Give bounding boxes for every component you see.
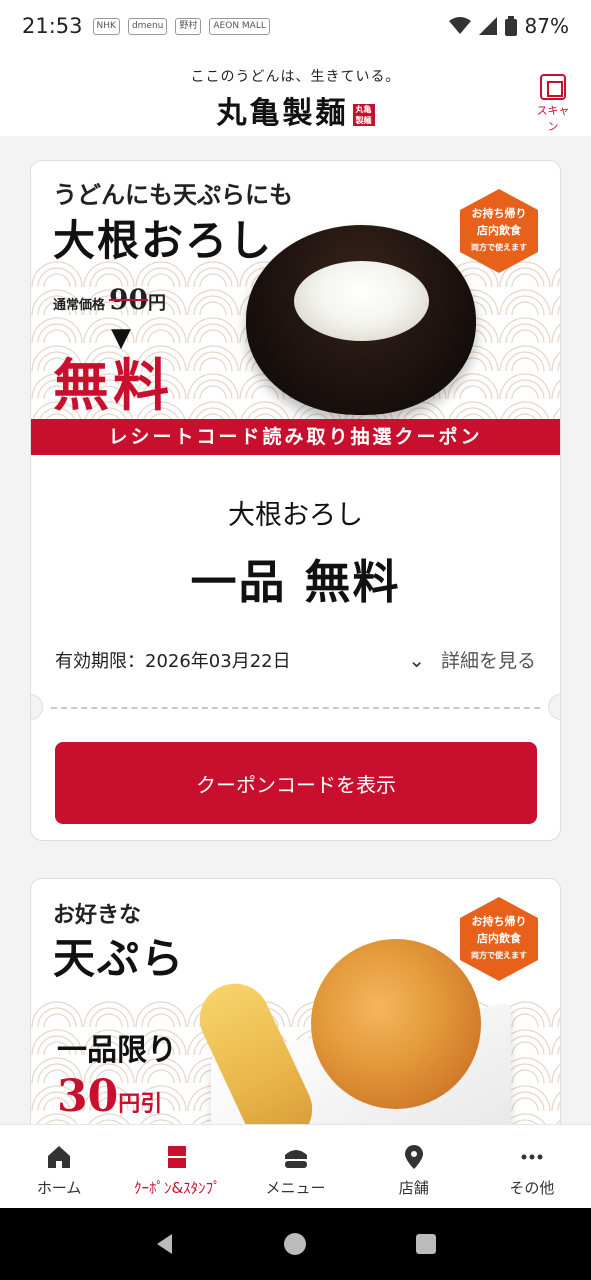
- battery-percent: 87%: [524, 14, 569, 38]
- aeon-mall-notification-icon: AEON MALL: [209, 17, 270, 35]
- badge-line-2: 店内飲食: [477, 932, 521, 945]
- banner-free-text: 無料: [53, 353, 173, 419]
- status-bar: 21:53 NHK dmenu 野村 AEON MALL 87%: [0, 0, 591, 52]
- banner-limit-text: 一品限り: [57, 1033, 177, 1068]
- menu-bowl-icon: [284, 1150, 307, 1168]
- badge-line-1: お持ち帰り: [471, 207, 527, 220]
- coupon-expiry-row: 有効期限：2026年03月22日 ⌄ 詳細を見る: [31, 640, 560, 680]
- brand-logo: 丸亀製麺 丸亀 製麺: [0, 88, 591, 132]
- tab-label: ｸｰﾎﾟﾝ&ｽﾀﾝﾌﾟ: [133, 1179, 221, 1197]
- regular-price: 通常価格 90円: [53, 283, 166, 316]
- badge-line-1: お持ち帰り: [471, 915, 527, 928]
- coupon-card: うどんにも天ぷらにも 大根おろし 通常価格 90円 ▼ 無料 お持ち帰り 店内飲食…: [30, 160, 561, 841]
- details-toggle[interactable]: ⌄ 詳細を見る: [408, 646, 536, 673]
- home-circle-icon[interactable]: [282, 1231, 308, 1257]
- scan-label: スキャン: [536, 104, 570, 133]
- coupon-banner-image: お好きな 天ぷら 一品限り 30円引 お持ち帰り 店内飲食 両方で使えます: [31, 879, 560, 1124]
- battery-icon: [504, 16, 517, 36]
- regular-price-label: 通常価格: [53, 298, 106, 313]
- discount-number: 30: [57, 1071, 119, 1122]
- brand-seal-icon: 丸亀 製麺: [352, 104, 375, 126]
- tab-label: 店舗: [398, 1179, 429, 1197]
- discount-suffix: 円引: [118, 1091, 163, 1117]
- tab-other[interactable]: その他: [473, 1125, 591, 1208]
- tab-label: ホーム: [36, 1179, 82, 1197]
- system-navigation-bar: [0, 1208, 591, 1280]
- banner-headline-big: 天ぷら: [53, 934, 186, 983]
- coupon-title: 大根おろし: [228, 500, 363, 531]
- tab-label: メニュー: [265, 1179, 326, 1197]
- tab-stores[interactable]: 店舗: [355, 1125, 473, 1208]
- home-icon: [48, 1146, 71, 1168]
- tab-coupon-stamp[interactable]: ｸｰﾎﾟﾝ&ｽﾀﾝﾌﾟ: [118, 1125, 236, 1208]
- banner-ribbon: レシートコード読み取り抽選クーポン: [31, 419, 560, 455]
- app-header: ここのうどんは、生きている。 丸亀製麺 丸亀 製麺 スキャン: [0, 52, 591, 136]
- status-time: 21:53: [22, 14, 83, 38]
- dmenu-notification-icon: dmenu: [127, 17, 168, 35]
- more-dots-icon: [521, 1154, 543, 1160]
- banner-headline-small: うどんにも天ぷらにも: [53, 180, 293, 209]
- badge-line-3: 両方で使えます: [471, 951, 527, 960]
- scan-button[interactable]: スキャン: [533, 74, 573, 134]
- back-icon[interactable]: [152, 1231, 178, 1257]
- coupon-discount: 一品 無料: [190, 555, 401, 609]
- coupon-banner-image: うどんにも天ぷらにも 大根おろし 通常価格 90円 ▼ 無料 お持ち帰り 店内飲食…: [31, 161, 560, 455]
- banner-headline-big: 大根おろし: [53, 216, 274, 265]
- recents-icon[interactable]: [413, 1231, 439, 1257]
- tab-label: その他: [509, 1179, 555, 1197]
- qr-scan-icon: [540, 74, 566, 100]
- regular-price-yen: 円: [147, 293, 166, 314]
- nhk-notification-icon: NHK: [92, 17, 120, 35]
- nomura-notification-icon: 野村: [175, 17, 202, 35]
- tab-home[interactable]: ホーム: [0, 1125, 118, 1208]
- ticket-perforation: [31, 694, 560, 720]
- location-pin-icon: [404, 1145, 423, 1169]
- show-coupon-code-button[interactable]: クーポンコードを表示: [55, 742, 537, 824]
- wifi-icon: [448, 17, 471, 34]
- chevron-down-icon: ⌄: [408, 647, 425, 672]
- badge-line-3: 両方で使えます: [471, 243, 527, 252]
- coupon-expiry: 有効期限：2026年03月22日: [55, 651, 291, 672]
- tempura-image: [188, 919, 511, 1124]
- banner-discount-amount: 30円引: [57, 1071, 162, 1122]
- brand-tagline: ここのうどんは、生きている。: [190, 69, 401, 85]
- daikon-oroshi-bowl-image: [246, 219, 476, 419]
- coupon-list[interactable]: うどんにも天ぷらにも 大根おろし 通常価格 90円 ▼ 無料 お持ち帰り 店内飲食…: [0, 136, 591, 1124]
- details-label: 詳細を見る: [440, 650, 536, 672]
- signal-icon: [478, 17, 497, 35]
- coupon-card: お好きな 天ぷら 一品限り 30円引 お持ち帰り 店内飲食 両方で使えます: [30, 878, 561, 1124]
- badge-line-2: 店内飲食: [477, 224, 521, 237]
- brand-logo-text: 丸亀製麺: [216, 96, 349, 131]
- regular-price-value: 90: [109, 283, 148, 316]
- coupon-icon: [168, 1146, 187, 1168]
- tab-menu[interactable]: メニュー: [236, 1125, 354, 1208]
- bottom-tab-bar: ホーム ｸｰﾎﾟﾝ&ｽﾀﾝﾌﾟ メニュー 店舗 その他: [0, 1124, 591, 1208]
